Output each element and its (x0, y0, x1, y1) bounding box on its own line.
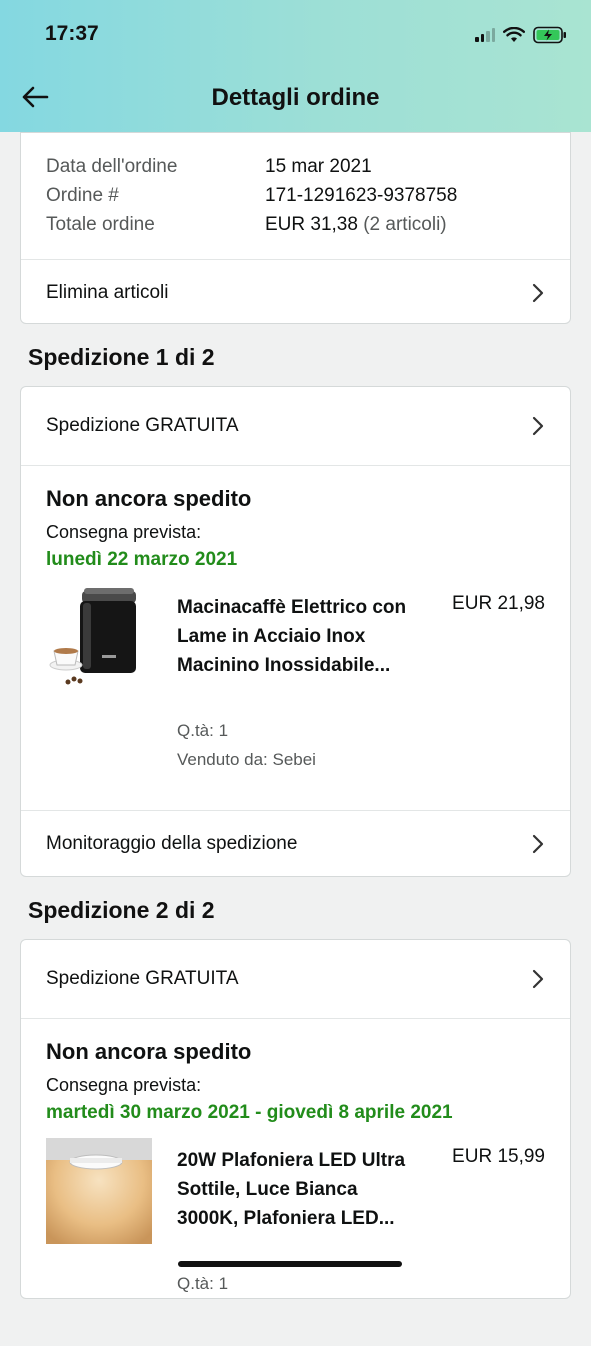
home-indicator[interactable] (178, 1261, 402, 1267)
page-title: Dettagli ordine (211, 84, 380, 111)
wifi-icon (503, 27, 525, 42)
order-number-row: Ordine # 171-1291623-9378758 (46, 181, 545, 210)
shipment-1-heading: Spedizione 1 di 2 (28, 344, 215, 370)
delete-items-row[interactable]: Elimina articoli (21, 260, 570, 326)
order-summary: Data dell'ordine 15 mar 2021 Ordine # 17… (21, 133, 570, 239)
order-summary-card: Data dell'ordine 15 mar 2021 Ordine # 17… (20, 132, 571, 324)
order-item-count: (2 articoli) (363, 213, 447, 235)
delivery-date: martedì 30 marzo 2021 - giovedì 8 aprile… (46, 1102, 453, 1123)
shipment-status-title: Non ancora spedito (46, 486, 252, 511)
shipment-1-item[interactable]: Macinacaffè Elettrico con Lame in Acciai… (46, 585, 545, 793)
product-title[interactable]: Macinacaffè Elettrico con Lame in Acciai… (177, 593, 407, 680)
order-total-label: Totale ordine (46, 213, 155, 235)
shipment-2-shipping-row[interactable]: Spedizione GRATUITA (21, 940, 570, 1018)
chevron-right-icon (531, 416, 545, 436)
shipment-2-item[interactable]: 20W Plafoniera LED Ultra Sottile, Luce B… (46, 1138, 545, 1346)
order-total-row: Totale ordine EUR 31,38 (2 articoli) (46, 210, 545, 239)
order-date-value: 15 mar 2021 (265, 155, 372, 177)
shipping-label: Spedizione GRATUITA (46, 968, 239, 989)
order-number-label: Ordine # (46, 184, 119, 206)
delivery-label: Consegna prevista: (46, 522, 202, 542)
cellular-signal-icon (475, 28, 495, 42)
chevron-right-icon (531, 969, 545, 989)
app-header: 17:37 Dettagli ordine (0, 0, 591, 132)
shipment-1-status: Non ancora spedito Consegna prevista: lu… (21, 466, 570, 793)
product-price: EUR 21,98 (452, 593, 545, 614)
delete-items-label: Elimina articoli (46, 282, 169, 303)
order-date-row: Data dell'ordine 15 mar 2021 (46, 152, 545, 181)
product-price: EUR 15,99 (452, 1146, 545, 1167)
status-icons (475, 24, 567, 46)
shipment-2-status: Non ancora spedito Consegna prevista: ma… (21, 1019, 570, 1346)
shipping-label: Spedizione GRATUITA (46, 415, 239, 436)
product-title[interactable]: 20W Plafoniera LED Ultra Sottile, Luce B… (177, 1146, 407, 1233)
battery-charging-icon (533, 26, 566, 44)
order-number-value: 171-1291623-9378758 (265, 184, 458, 206)
chevron-right-icon (531, 834, 545, 854)
product-quantity: Q.tà: 1 (177, 1274, 229, 1293)
delivery-label: Consegna prevista: (46, 1075, 202, 1095)
tracking-row[interactable]: Monitoraggio della spedizione (21, 811, 570, 877)
status-time: 17:37 (45, 22, 99, 45)
shipment-status-title: Non ancora spedito (46, 1039, 252, 1064)
led-ceiling-light-product-image[interactable] (46, 1138, 152, 1244)
coffee-grinder-product-image[interactable] (46, 585, 152, 691)
shipment-1-shipping-row[interactable]: Spedizione GRATUITA (21, 387, 570, 465)
shipment-2-heading: Spedizione 2 di 2 (28, 897, 215, 923)
shipment-2-card: Spedizione GRATUITA Non ancora spedito C… (20, 939, 571, 1299)
chevron-right-icon (531, 283, 545, 303)
product-seller: Venduto da: Sebei (177, 750, 316, 769)
product-quantity: Q.tà: 1 (177, 721, 229, 740)
order-total-amount: EUR 31,38 (265, 213, 358, 235)
shipment-1-card: Spedizione GRATUITA Non ancora spedito C… (20, 386, 571, 877)
delivery-date: lunedì 22 marzo 2021 (46, 549, 238, 570)
order-date-label: Data dell'ordine (46, 155, 178, 177)
order-total-value: EUR 31,38 (2 articoli) (265, 214, 447, 236)
tracking-label: Monitoraggio della spedizione (46, 833, 298, 854)
